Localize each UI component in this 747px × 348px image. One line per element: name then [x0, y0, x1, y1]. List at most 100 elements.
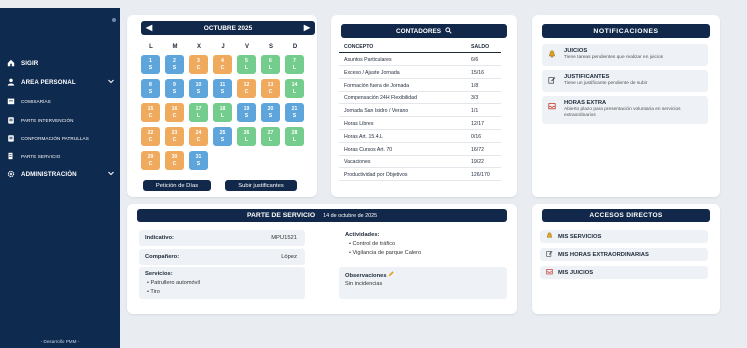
counters-title: CONTADORES: [396, 27, 441, 35]
calendar-day[interactable]: 11 S: [213, 79, 232, 98]
building-icon: [6, 97, 15, 106]
list-item: • Vigilancia de parque Calero: [349, 250, 422, 256]
inbox-icon: [546, 268, 558, 277]
calendar-day[interactable]: 29 C: [141, 151, 160, 170]
servicios-field: Servicios: • Patrullero automóvil • Tiro: [139, 267, 305, 299]
list-item: • Patrullero automóvil: [147, 280, 200, 286]
prev-month-icon[interactable]: ◀: [146, 23, 152, 32]
concept-cell: Asuntos Particulares: [344, 57, 392, 63]
sidebar-item-sigir[interactable]: SIGIR: [6, 55, 114, 71]
calendar-day[interactable]: 10 S: [189, 79, 208, 98]
calendar-day[interactable]: 4C: [213, 55, 232, 74]
clipboard-icon: [6, 134, 15, 143]
notification-juicios[interactable]: JUICIOS Tiene tareas pendientes que real…: [542, 44, 708, 66]
pencil-icon[interactable]: [388, 271, 394, 279]
shortcut-mis-horas-extraordinarias[interactable]: MIS HORAS EXTRAORDINARIAS: [540, 248, 708, 261]
day-code: C: [220, 64, 225, 71]
list-item: • Tiro: [147, 289, 160, 295]
sidebar-item-area-personal[interactable]: AREA PERSONAL: [6, 74, 114, 90]
balance-cell: 1/8: [471, 82, 479, 89]
day-code: S: [244, 112, 249, 119]
day-code: S: [196, 160, 201, 167]
shortcut-mis-servicios[interactable]: MIS SERVICIOS: [540, 230, 708, 243]
sidebar-item-administracion[interactable]: ADMINISTRACIÓN: [6, 166, 114, 182]
search-icon[interactable]: [445, 26, 452, 36]
chevron-down-icon[interactable]: [108, 171, 114, 178]
day-code: L: [220, 112, 225, 119]
calendar-day[interactable]: 15 C: [141, 103, 160, 122]
calendar-day[interactable]: 21 S: [285, 103, 304, 122]
balance-cell: 15/16: [471, 69, 484, 76]
sidebar-item-label: SIGIR: [21, 59, 39, 67]
calendar-day[interactable]: 20 S: [261, 103, 280, 122]
calendar-day[interactable]: 26 L: [237, 127, 256, 146]
chevron-down-icon[interactable]: [108, 79, 114, 86]
calendar-day[interactable]: 17 L: [189, 103, 208, 122]
calendar-day[interactable]: 3C: [189, 55, 208, 74]
notification-justificantes[interactable]: JUSTIFICANTES Tiene un justificante pend…: [542, 70, 708, 92]
weekday-label: S: [268, 44, 273, 50]
day-code: C: [244, 88, 249, 95]
notification-desc: Abierto plazo para presentación voluntar…: [564, 107, 681, 118]
calendar-day[interactable]: 8S: [141, 79, 160, 98]
counters-header: CONTADORES: [341, 24, 507, 38]
request-days-button[interactable]: Petición de Días: [143, 180, 211, 191]
day-code: C: [172, 136, 177, 143]
indicativo-field: Indicativo: MPU1521: [139, 230, 305, 246]
calendar-day[interactable]: 22 C: [141, 127, 160, 146]
calendar-day[interactable]: 7L: [285, 55, 304, 74]
indicativo-value: MPU1521: [271, 235, 297, 241]
sidebar-item-parte-intervencion[interactable]: PARTE INTERVENCIÓN: [6, 112, 114, 128]
day-code: L: [244, 136, 249, 143]
calendar-day[interactable]: 19 S: [237, 103, 256, 122]
day-code: L: [292, 88, 297, 95]
shortcut-mis-juicios[interactable]: MIS JUICIOS: [540, 266, 708, 279]
calendar-day[interactable]: 12 C: [237, 79, 256, 98]
calendar-day[interactable]: 6L: [261, 55, 280, 74]
sidebar-handle[interactable]: [112, 18, 116, 22]
day-code: L: [292, 64, 297, 71]
calendar-day[interactable]: 24 C: [189, 127, 208, 146]
day-code: L: [268, 64, 273, 71]
day-code: S: [220, 88, 225, 95]
concept-cell: Horas Cursos Art. 70: [344, 146, 393, 153]
calendar-day[interactable]: 27 L: [261, 127, 280, 146]
balance-cell: 12/17: [471, 121, 484, 127]
calendar-day[interactable]: 13 C: [261, 79, 280, 98]
calendar-day[interactable]: 23 C: [165, 127, 184, 146]
balance-cell: 3/3: [471, 95, 479, 102]
calendar-day[interactable]: 30 C: [165, 151, 184, 170]
table-row: Horas Art. 15.4.L 0/16: [339, 131, 501, 143]
sidebar-item-parte-servicio[interactable]: PARTE SERVICIO: [6, 148, 114, 164]
service-date: 14 de octubre de 2025: [323, 212, 378, 219]
upload-justificantes-button[interactable]: Subir justificantes: [225, 180, 297, 191]
calendar-day[interactable]: 18 L: [213, 103, 232, 122]
day-code: C: [148, 136, 153, 143]
calendar-card: ◀ OCTUBRE 2025 ▶ L M X J V S D 1S 2S 3C 4C 5L 6L 7L 8…: [127, 15, 317, 197]
calendar-day[interactable]: 1S: [141, 55, 160, 74]
sidebar-item-comisarias[interactable]: COMISARÍAS: [6, 93, 114, 109]
concept-cell: Vacaciones: [344, 159, 371, 166]
day-code: L: [196, 112, 201, 119]
calendar-day[interactable]: 28 L: [285, 127, 304, 146]
table-row: Horas Libres 12/17: [339, 118, 501, 130]
sidebar-item-label: CONFORMACIÓN PATRULLAS: [21, 135, 89, 141]
notifications-header: NOTIFICACIONES: [542, 24, 710, 38]
shortcuts-card: ACCESOS DIRECTOS MIS SERVICIOS MIS HORAS…: [532, 204, 720, 314]
calendar-day[interactable]: 16 C: [165, 103, 184, 122]
home-icon: [6, 59, 15, 68]
calendar-day[interactable]: 25 S: [213, 127, 232, 146]
calendar-day[interactable]: 31 S: [189, 151, 208, 170]
sidebar-item-label: PARTE INTERVENCIÓN: [21, 117, 74, 123]
next-month-icon[interactable]: ▶: [304, 23, 310, 32]
table-row: Exceso / Ajuste Jornada 15/16: [339, 67, 501, 79]
servicios-label: Servicios:: [145, 271, 173, 277]
calendar-day[interactable]: 9S: [165, 79, 184, 98]
balance-cell: 19/22: [471, 159, 484, 166]
calendar-day[interactable]: 5L: [237, 55, 256, 74]
sidebar-item-conformacion-patrullas[interactable]: CONFORMACIÓN PATRULLAS: [6, 130, 114, 146]
notifications-card: NOTIFICACIONES JUICIOS Tiene tareas pend…: [532, 15, 720, 197]
notification-horas-extra[interactable]: HORAS EXTRA Abierto plazo para presentac…: [542, 96, 708, 124]
calendar-day[interactable]: 14 L: [285, 79, 304, 98]
calendar-day[interactable]: 2S: [165, 55, 184, 74]
